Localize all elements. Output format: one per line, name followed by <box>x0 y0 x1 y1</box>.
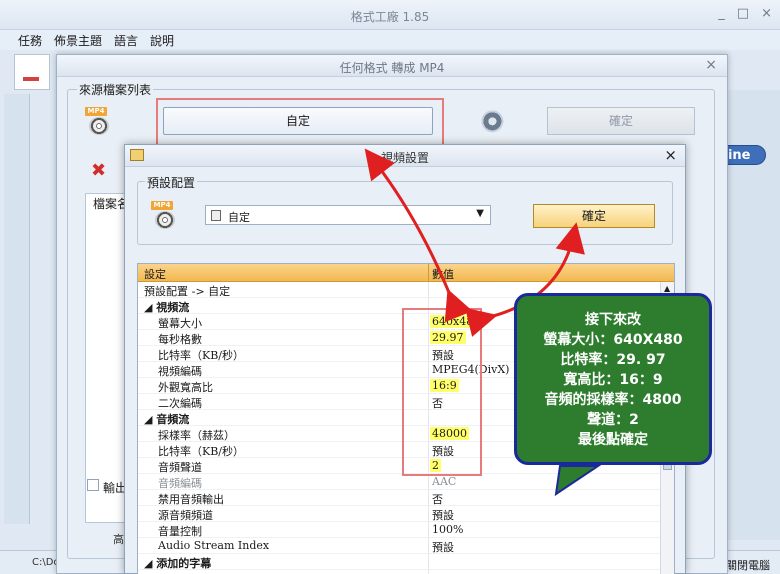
grid-row-setting: 每秒格數 <box>158 333 202 346</box>
preset-label: 預設配置 <box>145 174 198 191</box>
callout-line: 螢幕大小：640X480 <box>543 332 683 348</box>
grid-row-setting: 視頻編碼 <box>158 365 202 378</box>
menu-theme[interactable]: 佈景主題 <box>54 32 102 49</box>
dialog1-title-bar: 任何格式 轉成 MP4 × <box>57 55 727 77</box>
grid-row-setting: 比特率（KB/秒） <box>158 349 245 362</box>
preset-select-value: 自定 <box>228 211 250 224</box>
grid-header-setting: 設定 <box>144 268 166 281</box>
grid-row[interactable]: Audio Stream Index 預設 <box>138 538 660 554</box>
preset-file-icon <box>211 210 221 221</box>
settings-gear-icon[interactable] <box>477 107 505 133</box>
minimize-icon[interactable]: _ <box>718 6 725 21</box>
grid-row-value[interactable]: 否 <box>432 491 443 507</box>
mp4-preset-icon: MP4 <box>151 201 179 231</box>
grid-row-setting: 音頻聲道 <box>158 461 202 474</box>
grid-header: 設定 數值 <box>138 264 674 282</box>
dialog1-title: 任何格式 轉成 MP4 <box>339 61 445 75</box>
grid-row-setting: 外觀寬高比 <box>158 381 213 394</box>
grid-row-value[interactable]: 48000 <box>430 427 469 440</box>
grid-row-value[interactable]: 640x480 <box>430 315 483 328</box>
grid-row-value[interactable]: 100% <box>432 523 463 536</box>
grid-row[interactable]: 音量控制 100% <box>138 522 660 538</box>
grid-row-value[interactable]: 否 <box>432 395 443 411</box>
left-panel <box>4 94 30 524</box>
dialog2-close-icon[interactable]: × <box>664 146 677 164</box>
callout-line: 寬高比：16：9 <box>563 372 663 388</box>
callout-line: 接下來改 <box>585 312 641 328</box>
menu-bar: 任務 佈景主題 語言 說明 <box>0 30 780 50</box>
preset-select[interactable]: 自定 ▼ <box>205 205 491 225</box>
grid-row-setting: 音量控制 <box>158 525 202 538</box>
grid-row-value[interactable]: AAC <box>432 475 456 488</box>
preset-ok-button[interactable]: 確定 <box>533 204 655 228</box>
maximize-icon[interactable]: □ <box>737 6 749 21</box>
source-files-label: 來源檔案列表 <box>77 81 154 98</box>
grid-row-setting: Audio Stream Index <box>158 539 270 552</box>
callout-line: 聲道：2 <box>587 412 639 428</box>
app-title: 格式工廠 1.85 <box>350 10 430 24</box>
grid-row-setting: 禁用音頻輸出 <box>158 493 224 506</box>
grid-row[interactable]: ◢ 添加的字幕 <box>138 554 660 570</box>
high-label: 高 <box>113 533 124 546</box>
callout-line: 比特率：29. 97 <box>560 352 666 368</box>
instruction-callout: 接下來改 螢幕大小：640X480 比特率：29. 97 寬高比：16：9 音頻… <box>514 293 712 465</box>
grid-row-setting: 源音頻頻道 <box>158 509 213 522</box>
dialog2-title-bar: 視頻設置 × <box>125 145 685 167</box>
grid-row[interactable]: 源音頻頻道 預設 <box>138 506 660 522</box>
grid-row-value[interactable]: 29.97 <box>430 331 466 344</box>
grid-row-setting: 二次編碼 <box>158 397 202 410</box>
grid-row-value[interactable]: 預設 <box>432 443 454 459</box>
output-checkbox[interactable] <box>87 479 99 491</box>
grid-row-setting: ◢ 音頻流 <box>144 413 190 426</box>
menu-task[interactable]: 任務 <box>18 32 42 49</box>
grid-row-setting: 比特率（KB/秒） <box>158 445 245 458</box>
grid-row-value[interactable]: MPEG4(DivX) <box>432 363 509 376</box>
main-title-bar: 格式工廠 1.85 _ □ × <box>0 0 780 30</box>
grid-row-setting: 螢幕大小 <box>158 317 202 330</box>
document-icon[interactable] <box>14 54 50 90</box>
grid-row-value[interactable]: 2 <box>430 459 441 472</box>
grid-row-setting: 採樣率（赫茲） <box>158 429 235 442</box>
chevron-down-icon[interactable]: ▼ <box>476 208 484 219</box>
close-icon[interactable]: × <box>761 6 772 21</box>
grid-row-value[interactable]: 預設 <box>432 507 454 523</box>
grid-row[interactable]: 音頻編碼 AAC <box>138 474 660 490</box>
callout-line: 音頻的採樣率：4800 <box>544 392 682 408</box>
callout-line: 最後點確定 <box>578 432 648 448</box>
grid-row-value[interactable]: 16:9 <box>430 379 459 392</box>
grid-row-value[interactable]: 預設 <box>432 539 454 555</box>
grid-row-setting: ◢ 添加的字幕 <box>144 557 212 570</box>
file-list[interactable] <box>85 193 129 523</box>
mp4-icon: MP4 <box>85 107 113 137</box>
scroll-up-icon[interactable]: ▲ <box>664 284 670 293</box>
remove-icon[interactable]: ✖ <box>91 160 106 181</box>
menu-help[interactable]: 說明 <box>150 32 174 49</box>
grid-row-setting: 預設配置 -> 自定 <box>144 285 231 298</box>
grid-header-value: 數值 <box>432 268 454 281</box>
grid-row-setting: 音頻編碼 <box>158 477 202 490</box>
ok-button[interactable]: 確定 <box>547 107 695 135</box>
grid-row[interactable]: 禁用音頻輸出 否 <box>138 490 660 506</box>
dialog1-close-icon[interactable]: × <box>705 57 717 73</box>
dialog2-title: 視頻設置 <box>380 151 429 165</box>
grid-row-setting: ◢ 視頻流 <box>144 301 190 314</box>
menu-language[interactable]: 語言 <box>114 32 138 49</box>
grid-row-value[interactable]: 預設 <box>432 347 454 363</box>
